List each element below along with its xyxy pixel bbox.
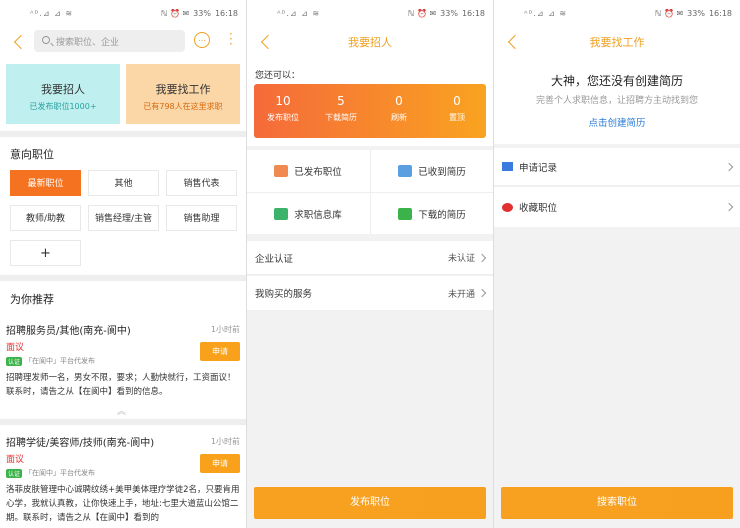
signal-indicators: ᴬᴰ.⊿ ⊿ ≋ bbox=[277, 8, 321, 18]
stat-download[interactable]: 5 下载简历 bbox=[312, 84, 370, 138]
battery-percent: 33% bbox=[193, 8, 211, 18]
stat-publish[interactable]: 10 发布职位 bbox=[254, 84, 312, 138]
job-desc: 招聘理发师一名，男女不限，要求；人勤快就行，工资面议！ 联系时，请告之从【在阆中… bbox=[6, 373, 236, 397]
search-placeholder: 搜索职位、企业 bbox=[56, 37, 120, 48]
clock: 16:18 bbox=[214, 8, 238, 18]
download-doc-icon bbox=[398, 207, 413, 220]
tag-latest[interactable]: 最新职位 bbox=[10, 170, 81, 196]
collapse-icon[interactable]: ︽ bbox=[117, 404, 126, 417]
add-tag-button[interactable]: + bbox=[10, 240, 81, 266]
status-icons: ℕ ⏰ ✉ bbox=[655, 8, 684, 18]
recruit-grid: 已发布职位 已收到简历 求职信息库 下载的简历 bbox=[247, 150, 493, 234]
recruit-header: 我要招人 bbox=[247, 26, 493, 58]
empty-resume-panel: 大神，您还没有创建简历 完善个人求职信息，让招聘方主动找到您 点击创建简历 bbox=[494, 58, 740, 144]
job-name: 招聘服务员/其他(南充-阆中) bbox=[6, 326, 131, 337]
apply-button[interactable]: 申请 bbox=[200, 342, 240, 361]
downloaded-resumes-button[interactable]: 下载的简历 bbox=[371, 193, 493, 234]
job-time: 1小时前 bbox=[210, 325, 240, 334]
status-bar: ᴬᴰ.⊿ ⊿ ≋ ℕ ⏰ ✉ 33% 16:18 bbox=[494, 0, 740, 26]
find-job-header: 我要找工作 bbox=[494, 26, 740, 58]
verified-badge: 认证 bbox=[6, 356, 23, 366]
tag-sales-manager[interactable]: 销售经理/主管 bbox=[88, 205, 159, 231]
more-menu-icon[interactable]: · · · bbox=[229, 28, 233, 50]
published-jobs-button[interactable]: 已发布职位 bbox=[247, 150, 369, 191]
verified-badge: 认证 bbox=[6, 468, 23, 478]
job-publisher: 「在阆中」平台代发布 bbox=[25, 469, 96, 477]
search-icon bbox=[42, 36, 50, 44]
received-resumes-button[interactable]: 已收到简历 bbox=[371, 150, 493, 191]
stat-refresh[interactable]: 0 刷新 bbox=[370, 84, 428, 138]
divider bbox=[0, 419, 246, 425]
tag-teacher[interactable]: 教师/助教 bbox=[10, 205, 81, 231]
signal-indicators: ᴬᴰ.⊿ ⊿ ≋ bbox=[524, 8, 568, 18]
application-records-row[interactable]: 申请记录 bbox=[494, 148, 740, 186]
status-icons: ℕ ⏰ ✉ bbox=[408, 8, 437, 18]
mail-icon bbox=[502, 162, 513, 171]
recommend-title: 为你推荐 bbox=[10, 293, 54, 306]
signal-indicators: ᴬᴰ.⊿ ⊿ ≋ bbox=[30, 8, 74, 18]
chat-icon[interactable]: … bbox=[194, 32, 210, 48]
screen-home: ᴬᴰ.⊿ ⊿ ≋ ℕ ⏰ ✉ 33% 16:18 搜索职位、企业 … · · · 我要招… bbox=[0, 0, 246, 528]
job-item[interactable]: 招聘学徒/美容师/技师(南充-阆中) 1小时前 面议 认证 「在阆中」平台代发布 … bbox=[6, 434, 240, 525]
empty-subtitle: 完善个人求职信息，让招聘方主动找到您 bbox=[535, 96, 698, 106]
back-icon[interactable] bbox=[13, 34, 29, 50]
status-bar: ᴬᴰ.⊿ ⊿ ≋ ℕ ⏰ ✉ 33% 16:18 bbox=[247, 0, 493, 26]
chevron-right-icon bbox=[477, 288, 487, 298]
recruit-card[interactable]: 我要招人 已发布职位1000+ bbox=[6, 64, 120, 124]
resume-library-button[interactable]: 求职信息库 bbox=[247, 193, 369, 234]
job-publisher: 「在阆中」平台代发布 bbox=[25, 357, 96, 365]
tag-sales-rep[interactable]: 销售代表 bbox=[166, 170, 237, 196]
tag-sales-assistant[interactable]: 销售助理 bbox=[166, 205, 237, 231]
apply-button[interactable]: 申请 bbox=[200, 454, 240, 473]
create-resume-link[interactable]: 点击创建简历 bbox=[494, 115, 740, 129]
briefcase-icon bbox=[274, 164, 289, 177]
job-desc: 洛菲皮肤管理中心诚聘纹绣+美甲美体理疗学徒2名，只要肯用心学，我就认真教，让你快… bbox=[6, 485, 240, 523]
publish-job-button[interactable]: 发布职位 bbox=[254, 487, 486, 519]
document-icon bbox=[398, 164, 413, 177]
saved-jobs-row[interactable]: 收藏职位 bbox=[494, 187, 740, 227]
lead-text: 您还可以： bbox=[255, 71, 301, 81]
page-title: 我要找工作 bbox=[589, 36, 645, 49]
recruit-card-title: 我要招人 bbox=[41, 83, 85, 96]
chevron-right-icon bbox=[477, 253, 487, 262]
heart-icon bbox=[502, 202, 513, 212]
find-job-card[interactable]: 我要找工作 已有798人在这里求职 bbox=[126, 64, 240, 124]
divider bbox=[0, 275, 246, 281]
status-bar: ᴬᴰ.⊿ ⊿ ≋ ℕ ⏰ ✉ 33% 16:18 bbox=[0, 0, 246, 26]
home-header: 搜索职位、企业 … · · · bbox=[0, 26, 246, 58]
search-input[interactable]: 搜索职位、企业 bbox=[34, 30, 185, 52]
job-name: 招聘学徒/美容师/技师(南充-阆中) bbox=[6, 438, 155, 449]
empty-title: 大神，您还没有创建简历 bbox=[550, 74, 683, 88]
find-job-card-title: 我要找工作 bbox=[155, 83, 211, 96]
battery-percent: 33% bbox=[687, 8, 705, 18]
id-card-icon bbox=[274, 207, 289, 220]
screen-find-job: ᴬᴰ.⊿ ⊿ ≋ ℕ ⏰ ✉ 33% 16:18 我要找工作 大神，您还没有创建简历… bbox=[494, 0, 740, 528]
stat-top[interactable]: 0 置顶 bbox=[428, 84, 486, 138]
find-job-card-sub: 已有798人在这里求职 bbox=[143, 102, 223, 111]
clock: 16:18 bbox=[461, 8, 485, 18]
purchased-services-row[interactable]: 我购买的服务 未开通 bbox=[247, 276, 493, 310]
divider bbox=[0, 131, 246, 137]
job-time: 1小时前 bbox=[210, 437, 240, 446]
clock: 16:18 bbox=[708, 8, 732, 18]
page-title: 我要招人 bbox=[348, 36, 392, 49]
chevron-right-icon bbox=[724, 202, 734, 212]
job-item[interactable]: 招聘服务员/其他(南充-阆中) 1小时前 面议 认证 「在阆中」平台代发布 申请 … bbox=[6, 322, 240, 399]
tag-other[interactable]: 其他 bbox=[88, 170, 159, 196]
search-jobs-button[interactable]: 搜索职位 bbox=[501, 487, 733, 519]
intent-title: 意向职位 bbox=[10, 148, 54, 161]
screen-recruit: ᴬᴰ.⊿ ⊿ ≋ ℕ ⏰ ✉ 33% 16:18 我要招人 您还可以： 10 发布职位… bbox=[247, 0, 493, 528]
status-icons: ℕ ⏰ ✉ bbox=[161, 8, 190, 18]
recruit-card-sub: 已发布职位1000+ bbox=[29, 102, 97, 111]
company-cert-row[interactable]: 企业认证 未认证 bbox=[247, 241, 493, 275]
chevron-right-icon bbox=[724, 162, 734, 171]
battery-percent: 33% bbox=[440, 8, 458, 18]
quota-panel: 10 发布职位 5 下载简历 0 刷新 0 置顶 bbox=[254, 84, 486, 138]
